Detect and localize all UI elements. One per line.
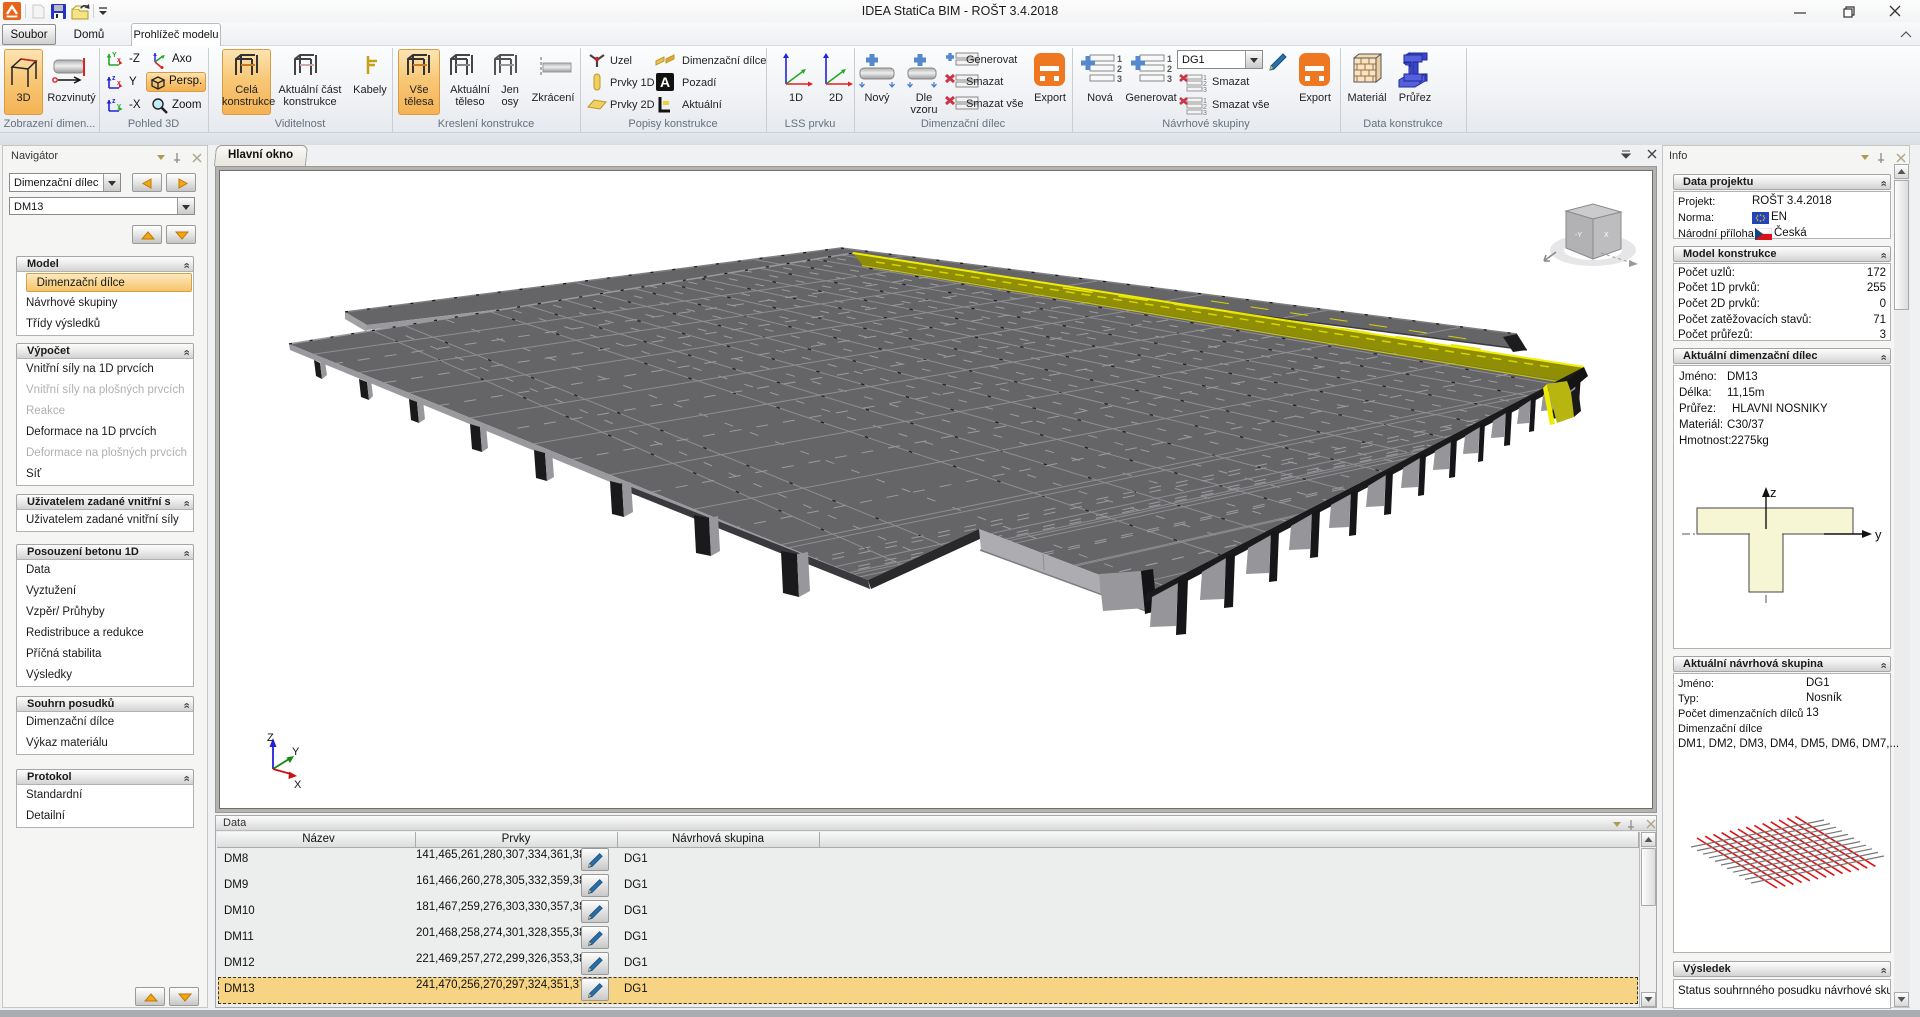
svg-text:z: z	[112, 98, 116, 105]
svg-text:3: 3	[1117, 74, 1122, 84]
svg-text:2: 2	[1117, 64, 1122, 74]
svg-text:3: 3	[1203, 87, 1207, 93]
svg-text:2: 2	[1167, 64, 1172, 74]
svg-text:1: 1	[1167, 54, 1172, 64]
svg-text:y: y	[117, 103, 121, 110]
svg-text:z: z	[1770, 485, 1777, 500]
svg-text:1: 1	[1117, 54, 1122, 64]
svg-text:3: 3	[1203, 110, 1207, 116]
svg-text:3: 3	[1167, 74, 1172, 84]
svg-text:Z: Z	[267, 732, 274, 744]
svg-text:X: X	[1604, 232, 1609, 239]
svg-text:x: x	[117, 57, 121, 64]
svg-text:X: X	[294, 779, 302, 791]
svg-text:z: z	[112, 75, 116, 82]
svg-text:y: y	[1875, 527, 1882, 542]
svg-text:-Y: -Y	[1575, 232, 1582, 239]
svg-text:x: x	[117, 80, 121, 87]
svg-text:Y: Y	[292, 746, 300, 758]
